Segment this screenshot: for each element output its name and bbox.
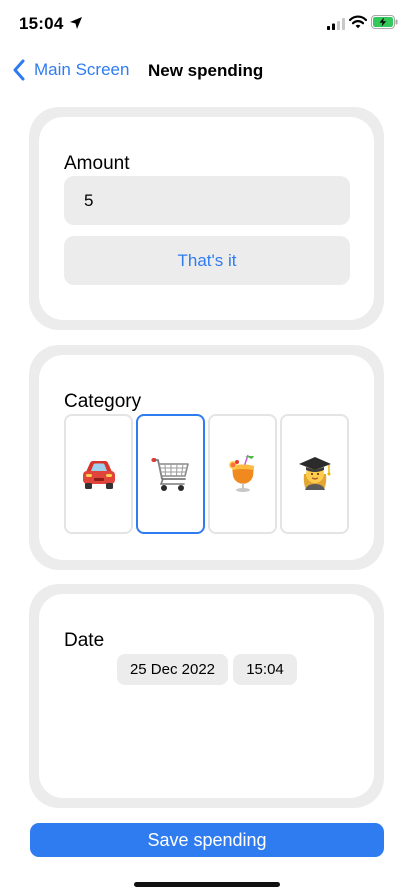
category-card-inner: Category xyxy=(39,355,374,560)
amount-title: Amount xyxy=(64,153,130,174)
status-time: 15:04 xyxy=(19,14,64,33)
chevron-left-icon xyxy=(13,59,25,81)
navigation-bar: Main Screen New spending xyxy=(0,52,414,88)
status-bar: 15:04 xyxy=(0,0,414,48)
date-card-inner: Date 25 Dec 2022 15:04 xyxy=(39,594,374,798)
cellular-signal-icon xyxy=(327,18,345,30)
amount-card: Amount That's it xyxy=(29,107,384,330)
battery-charging-icon xyxy=(371,15,398,29)
graduate-icon xyxy=(298,457,331,490)
category-picker xyxy=(64,414,350,534)
date-picker-day[interactable]: 25 Dec 2022 xyxy=(117,654,228,685)
thats-it-button[interactable]: That's it xyxy=(64,236,350,285)
tropical-drink-icon xyxy=(228,454,254,492)
shopping-cart-icon xyxy=(150,458,189,491)
date-title: Date xyxy=(64,630,105,651)
category-title: Category xyxy=(64,391,142,412)
car-icon xyxy=(82,461,115,489)
category-shopping[interactable] xyxy=(136,414,205,534)
back-button[interactable]: Main Screen xyxy=(12,58,129,82)
category-card: Category xyxy=(29,345,384,570)
category-education[interactable] xyxy=(280,414,349,534)
home-indicator xyxy=(134,882,280,887)
category-drinks[interactable] xyxy=(208,414,277,534)
page-title: New spending xyxy=(148,61,264,80)
category-car[interactable] xyxy=(64,414,133,534)
location-arrow-icon xyxy=(70,17,82,29)
wifi-icon xyxy=(349,15,367,29)
date-card: Date 25 Dec 2022 15:04 xyxy=(29,584,384,808)
save-spending-button[interactable]: Save spending xyxy=(30,823,384,857)
amount-card-inner: Amount That's it xyxy=(39,117,374,320)
date-picker-time[interactable]: 15:04 xyxy=(233,654,297,685)
back-button-label: Main Screen xyxy=(34,60,130,79)
amount-input[interactable] xyxy=(64,176,350,225)
